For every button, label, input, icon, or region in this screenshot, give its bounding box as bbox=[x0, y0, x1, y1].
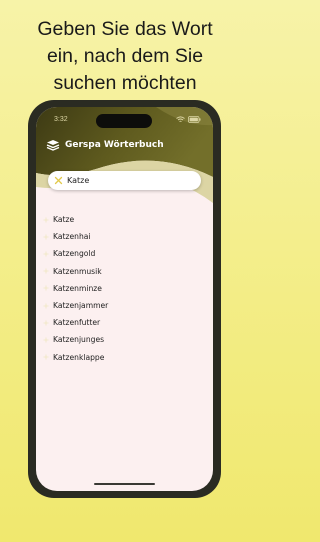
list-item[interactable]: Katzenminze bbox=[42, 280, 207, 297]
sparkle-icon bbox=[42, 250, 50, 258]
list-item[interactable]: Katzenjunges bbox=[42, 331, 207, 348]
result-label: Katzengold bbox=[53, 249, 96, 259]
battery-icon bbox=[188, 116, 201, 123]
app-screen: 3:32 Gerspa Wörterbuch Katze Katze Katze… bbox=[36, 107, 213, 491]
result-label: Katzenhai bbox=[53, 232, 91, 242]
list-item[interactable]: Katzenjammer bbox=[42, 297, 207, 314]
result-label: Katzenfutter bbox=[53, 318, 101, 328]
close-icon[interactable] bbox=[54, 176, 63, 185]
headline-line-1: Geben Sie das Wort bbox=[37, 18, 213, 40]
result-label: Katzenklappe bbox=[53, 352, 105, 362]
list-item[interactable]: Katzenfutter bbox=[42, 314, 207, 331]
result-label: Katzenminze bbox=[53, 283, 102, 293]
sparkle-icon bbox=[42, 284, 50, 292]
search-input[interactable] bbox=[67, 173, 187, 188]
result-label: Katzenmusik bbox=[53, 266, 102, 276]
search-bar[interactable] bbox=[48, 171, 201, 190]
phone-frame: 3:32 Gerspa Wörterbuch Katze Katze Katze… bbox=[28, 100, 221, 498]
dynamic-island bbox=[96, 114, 152, 128]
result-label: Katze bbox=[53, 215, 75, 225]
status-icons bbox=[176, 116, 201, 123]
sparkle-icon bbox=[42, 353, 50, 361]
sparkle-icon bbox=[42, 216, 50, 224]
app-title: Gerspa Wörterbuch bbox=[65, 140, 164, 150]
book-stack-icon bbox=[46, 139, 60, 151]
wifi-icon bbox=[176, 116, 185, 123]
list-item[interactable]: Katze bbox=[42, 211, 207, 228]
sparkle-icon bbox=[42, 267, 50, 275]
result-label: Katzenjammer bbox=[53, 301, 109, 311]
headline-line-3: suchen möchten bbox=[53, 72, 197, 94]
list-item[interactable]: Katzengold bbox=[42, 245, 207, 262]
results-list: Katze Katzenhai Katzengold Katzenmusik K… bbox=[42, 211, 207, 366]
headline-line-2: ein, nach dem Sie bbox=[46, 45, 204, 67]
marketing-headline: Geben Sie das Wort ein, nach dem Sie suc… bbox=[0, 16, 250, 97]
sparkle-icon bbox=[42, 233, 50, 241]
list-item[interactable]: Katzenmusik bbox=[42, 263, 207, 280]
list-item[interactable]: Katzenklappe bbox=[42, 349, 207, 366]
home-indicator[interactable] bbox=[94, 483, 155, 485]
list-item[interactable]: Katzenhai bbox=[42, 228, 207, 245]
sparkle-icon bbox=[42, 336, 50, 344]
app-brand: Gerspa Wörterbuch bbox=[46, 139, 164, 151]
status-bar: 3:32 bbox=[36, 107, 213, 131]
sparkle-icon bbox=[42, 319, 50, 327]
status-time: 3:32 bbox=[54, 116, 68, 123]
sparkle-icon bbox=[42, 302, 50, 310]
result-label: Katzenjunges bbox=[53, 335, 105, 345]
